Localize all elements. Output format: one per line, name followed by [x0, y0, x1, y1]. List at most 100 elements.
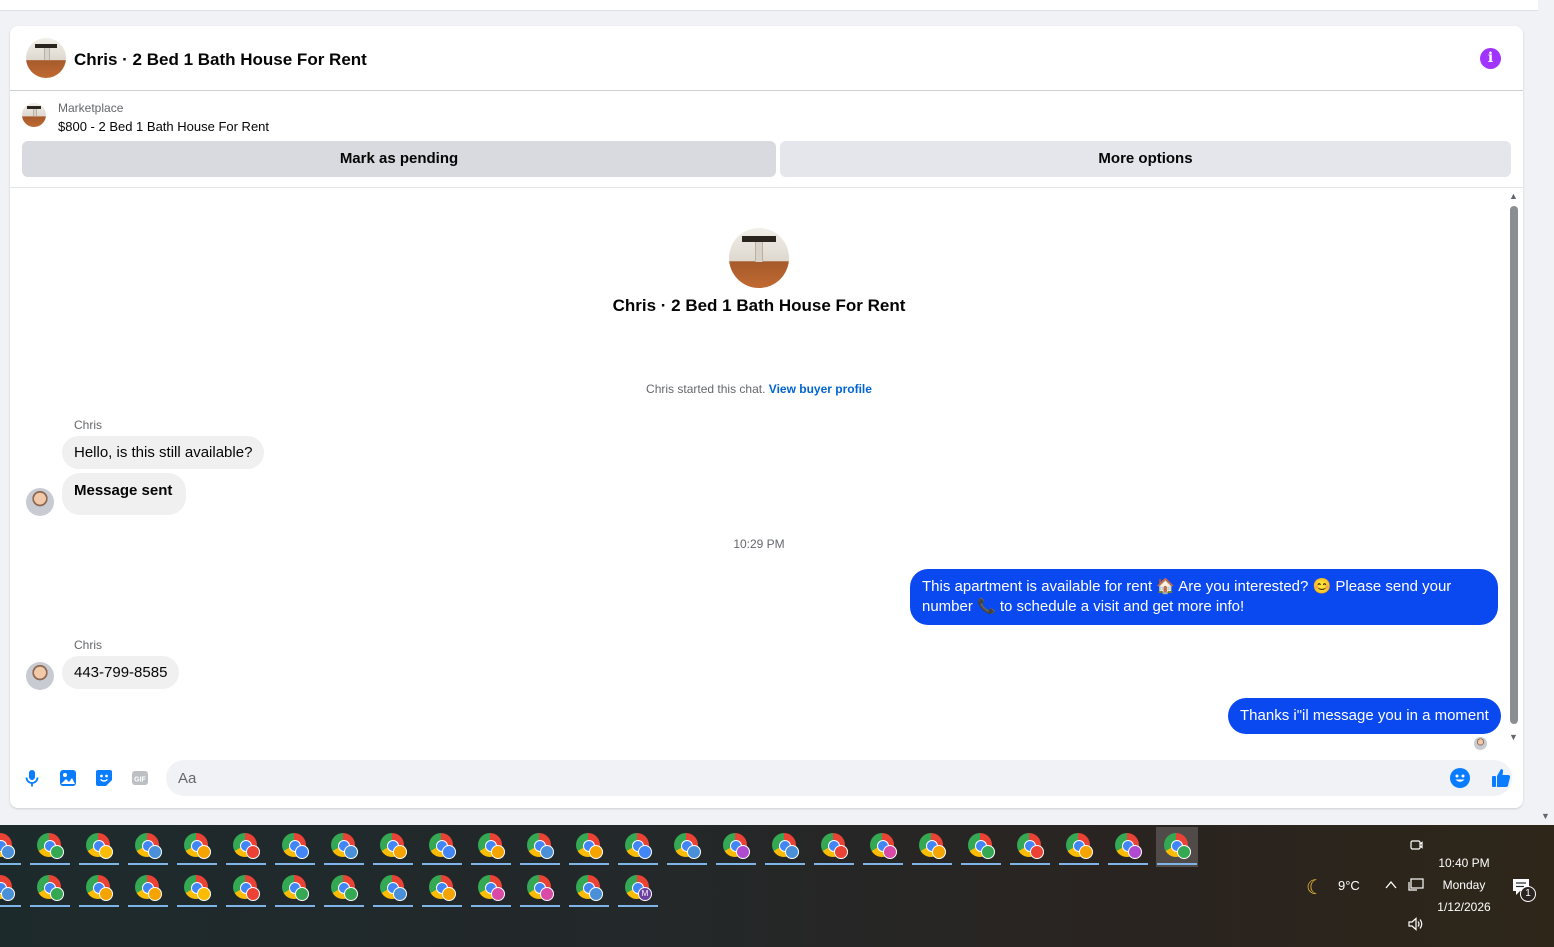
running-indicator: [1059, 863, 1099, 865]
chrome-profile-icon[interactable]: [421, 827, 463, 867]
chrome-profile-icon[interactable]: [519, 869, 561, 909]
profile-badge: [148, 887, 162, 901]
chrome-profile-icon[interactable]: [568, 869, 610, 909]
profile-badge: [295, 887, 309, 901]
thumbs-up-icon[interactable]: [1490, 767, 1512, 789]
thread-avatar[interactable]: [729, 228, 789, 288]
incoming-message[interactable]: Message sent: [62, 473, 187, 515]
chrome-profile-icon[interactable]: [1156, 827, 1198, 867]
chrome-profile-icon[interactable]: [862, 827, 904, 867]
volume-icon[interactable]: [1407, 916, 1425, 932]
chrome-profile-icon[interactable]: [1058, 827, 1100, 867]
chrome-profile-icon[interactable]: [274, 827, 316, 867]
clock-time[interactable]: 10:40 PM: [1424, 856, 1504, 870]
chrome-profile-icon[interactable]: [421, 869, 463, 909]
profile-badge: [1030, 845, 1044, 859]
meet-now-icon[interactable]: [1408, 837, 1424, 853]
moon-weather-icon[interactable]: ☾: [1306, 875, 1324, 900]
gif-icon[interactable]: GIF: [130, 768, 150, 788]
profile-badge: [197, 887, 211, 901]
incoming-message[interactable]: Hello, is this still available?: [62, 436, 265, 469]
chrome-profile-icon[interactable]: [470, 869, 512, 909]
conversation-title[interactable]: Chris · 2 Bed 1 Bath House For Rent: [74, 50, 367, 70]
message-thread: Chris · 2 Bed 1 Bath House For Rent Chri…: [10, 188, 1523, 750]
chrome-profile-icon[interactable]: [225, 827, 267, 867]
running-indicator: [275, 905, 315, 907]
scroll-up-icon[interactable]: ▲: [1509, 191, 1518, 201]
chrome-profile-icon[interactable]: [568, 827, 610, 867]
profile-badge: [99, 887, 113, 901]
chrome-profile-icon[interactable]: [127, 869, 169, 909]
scroll-thumb[interactable]: [1510, 206, 1518, 724]
outgoing-message[interactable]: Thanks i"il message you in a moment: [1228, 698, 1501, 734]
chrome-profile-icon[interactable]: [29, 869, 71, 909]
chrome-profile-icon[interactable]: [323, 869, 365, 909]
chrome-profile-icon[interactable]: [764, 827, 806, 867]
chrome-profile-icon[interactable]: [960, 827, 1002, 867]
running-indicator: [471, 905, 511, 907]
chrome-profile-icon[interactable]: [176, 869, 218, 909]
chrome-profile-icon[interactable]: [470, 827, 512, 867]
info-icon[interactable]: i: [1480, 48, 1501, 69]
svg-text:GIF: GIF: [134, 777, 146, 784]
chrome-profile-icon[interactable]: [1107, 827, 1149, 867]
profile-badge: [981, 845, 995, 859]
running-indicator: [422, 863, 462, 865]
outgoing-message[interactable]: This apartment is available for rent 🏠 A…: [910, 569, 1498, 625]
scroll-down-icon[interactable]: ▼: [1509, 732, 1518, 742]
listing-avatar[interactable]: [26, 38, 66, 78]
thread-scrollbar[interactable]: ▲ ▼: [1508, 188, 1520, 748]
incoming-message[interactable]: 443-799-8585: [62, 656, 180, 689]
chrome-profile-icon[interactable]: [323, 827, 365, 867]
profile-badge: [687, 845, 701, 859]
chrome-profile-icon[interactable]: [78, 827, 120, 867]
clock-date[interactable]: 1/12/2026: [1424, 900, 1504, 914]
chrome-profile-icon[interactable]: [0, 869, 22, 909]
chrome-profile-icon[interactable]: [127, 827, 169, 867]
chrome-profile-icon[interactable]: [176, 827, 218, 867]
view-buyer-profile-link[interactable]: View buyer profile: [769, 382, 872, 396]
more-options-button[interactable]: More options: [780, 141, 1511, 177]
chrome-profile-icon[interactable]: [274, 869, 316, 909]
chrome-profile-icon[interactable]: [0, 827, 22, 867]
chrome-profile-icon[interactable]: [78, 869, 120, 909]
profile-badge: [834, 845, 848, 859]
profile-badge: [1177, 845, 1191, 859]
profile-badge: [491, 887, 505, 901]
page-scrollbar[interactable]: ▼: [1538, 0, 1554, 825]
page-scroll-down-icon[interactable]: ▼: [1541, 811, 1550, 821]
chrome-profile-icon[interactable]: [372, 869, 414, 909]
chrome-profile-icon[interactable]: M: [617, 869, 659, 909]
microphone-icon[interactable]: [22, 768, 42, 788]
chrome-profile-icon[interactable]: [715, 827, 757, 867]
chrome-profile-icon[interactable]: [372, 827, 414, 867]
message-sender: Chris: [74, 638, 103, 652]
network-icon[interactable]: [1407, 877, 1425, 893]
chrome-profile-icon[interactable]: [813, 827, 855, 867]
chrome-profile-icon[interactable]: [225, 869, 267, 909]
chris-avatar[interactable]: [26, 488, 54, 516]
chevron-up-icon[interactable]: [1384, 879, 1398, 891]
listing-thumbnail[interactable]: [22, 103, 46, 127]
chrome-profile-icon[interactable]: [519, 827, 561, 867]
chris-avatar[interactable]: [26, 662, 54, 690]
chrome-profile-icon[interactable]: [617, 827, 659, 867]
weather-temperature[interactable]: 9°C: [1338, 878, 1360, 893]
running-indicator: [128, 905, 168, 907]
running-indicator: [1157, 863, 1197, 865]
chrome-profile-icon[interactable]: [666, 827, 708, 867]
profile-badge: [540, 887, 554, 901]
photo-icon[interactable]: [58, 768, 78, 788]
emoji-icon[interactable]: [1450, 768, 1470, 788]
clock-day[interactable]: Monday: [1424, 878, 1504, 892]
top-strip: [0, 0, 1538, 11]
profile-badge: [99, 845, 113, 859]
chrome-profile-icon[interactable]: [911, 827, 953, 867]
message-input[interactable]: [166, 760, 1512, 796]
windows-taskbar: M 10:40 PM Monday 1/12/2026 ☾ 9°C 1: [0, 825, 1554, 947]
chrome-profile-icon[interactable]: [29, 827, 71, 867]
chrome-profile-icon[interactable]: [1009, 827, 1051, 867]
sticker-icon[interactable]: [94, 768, 114, 788]
listing-name[interactable]: $800 - 2 Bed 1 Bath House For Rent: [58, 119, 269, 134]
mark-as-pending-button[interactable]: Mark as pending: [22, 141, 776, 177]
